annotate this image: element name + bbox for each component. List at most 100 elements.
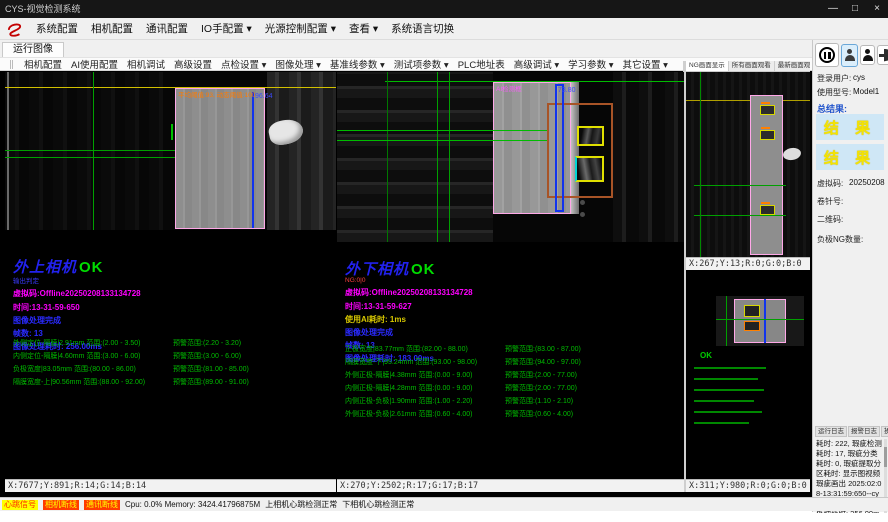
- small-view-top[interactable]: NG画面显示 所有画面观看 最新画面观看 X:267;Y:13;R:0;G:0;…: [686, 61, 810, 270]
- tab-run-log[interactable]: 运行日志: [815, 426, 847, 437]
- toolbar-item-camera-debug[interactable]: 相机调试: [127, 57, 165, 71]
- login-user-label: 登录用户:: [817, 74, 851, 83]
- toolbar-item-learning-params[interactable]: 学习参数 ▾: [568, 57, 613, 71]
- menu-item-comm-config[interactable]: 通讯配置: [146, 21, 188, 36]
- green-hline: [337, 130, 549, 131]
- measurement-row: 内侧定位-隔膜|4.60mm 范围:(3.00 - 6.00) 预警范围:(3.0…: [13, 351, 332, 364]
- tab-latest-frames[interactable]: 最新画面观看: [775, 61, 810, 71]
- menu-item-system-config[interactable]: 系统配置: [36, 21, 78, 36]
- result-box-upper: 结 果: [816, 114, 884, 140]
- exit-button[interactable]: [877, 45, 888, 65]
- toolbar-item-baseline-params[interactable]: 基准线参数 ▾: [330, 57, 385, 71]
- toolbar-item-image-processing[interactable]: 图像处理 ▾: [275, 57, 320, 71]
- virtual-code-label: 虚拟码:: [817, 179, 843, 188]
- tab-ng-display[interactable]: NG画面显示: [686, 61, 729, 71]
- pixel-status-bar-lower: X:270;Y:2502;R:17;G:17;B:17: [337, 479, 684, 492]
- tab-all-frames[interactable]: 所有画面观看: [729, 61, 775, 71]
- pixel-status-bar-upper: X:7677;Y:891;R:14;G:14;B:14: [5, 479, 336, 492]
- tab-run-image[interactable]: 运行图像: [2, 42, 64, 57]
- defect-box-yellow: [760, 130, 775, 140]
- warning-range: 预警范围:(81.00 - 85.00): [173, 364, 249, 374]
- result-text-line: [694, 378, 758, 380]
- log-scrollbar-thumb[interactable]: [884, 447, 887, 467]
- defect-box-yellow: [575, 156, 604, 182]
- toolbar-item-plc-address[interactable]: PLC地址表: [458, 57, 505, 71]
- exit-door-icon: [879, 49, 888, 62]
- toolbar-item-ai-usage-config[interactable]: AI使用配置: [71, 57, 118, 71]
- green-vline: [726, 296, 727, 346]
- toolbar-item-spot-check[interactable]: 点检设置 ▾: [221, 57, 266, 71]
- warning-range: 预警范围:(2.00 - 77.00): [505, 370, 577, 380]
- measurement-row: 隔膜宽度-上|90.56mm 范围:(88.00 - 92.00)预警范围:(8…: [13, 377, 332, 390]
- measurement-value: 内侧定位-隔膜|4.60mm 范围:(3.00 - 6.00): [13, 351, 140, 361]
- app-window: CYS-视觉检测系统 — □ × 系统配置 相机配置 通讯配置 IO手配置 ▾ …: [0, 0, 888, 522]
- tab-operation-log[interactable]: 操作日志: [881, 426, 888, 437]
- toolbar-item-advanced-debug[interactable]: 高级调试 ▾: [514, 57, 559, 71]
- process-done-line: 图像处理完成: [345, 327, 665, 338]
- green-hline: [716, 319, 804, 320]
- comm-status-badge: 通讯断线: [84, 500, 120, 510]
- small-camera-image-top[interactable]: [686, 72, 810, 257]
- person-icon: [863, 49, 873, 61]
- defect-label-mark: [761, 127, 770, 129]
- minimize-button[interactable]: —: [826, 0, 840, 18]
- machine-background: [5, 72, 170, 230]
- toolbar-item-test-params[interactable]: 测试项参数 ▾: [394, 57, 449, 71]
- warning-range: 预警范围:(2.00 - 77.00): [505, 383, 577, 393]
- machine-right-band: [613, 72, 684, 242]
- small-view-bottom[interactable]: OK X:311;Y:980;R:0;G:0;B:0: [686, 271, 810, 492]
- small-camera-image-bottom[interactable]: OK: [686, 271, 810, 479]
- titlebar: CYS-视觉检测系统 — □ ×: [0, 0, 888, 18]
- camera-view-lower-outer[interactable]: AI检测框 73.80 外下相机OK NG:0|0 虚拟码:Offline202…: [337, 72, 684, 492]
- defect-box-yellow: [744, 305, 760, 317]
- login-user-button[interactable]: [841, 44, 858, 67]
- toolbar-item-other-settings[interactable]: 其它设置 ▾: [623, 57, 668, 71]
- qrcode-label: 二维码:: [817, 214, 843, 225]
- operator-button[interactable]: [860, 45, 875, 65]
- green-vline: [437, 72, 438, 242]
- tab-alarm-log[interactable]: 报警日志: [848, 426, 880, 437]
- pause-button[interactable]: [815, 43, 839, 67]
- maximize-button[interactable]: □: [848, 0, 862, 18]
- menu-item-camera-config[interactable]: 相机配置: [91, 21, 133, 36]
- warning-range: 预警范围:(3.00 - 6.00): [173, 351, 241, 361]
- status-bar: 心跳信号 相机断线 通讯断线 Cpu: 0.0% Memory: 3424.41…: [0, 497, 888, 511]
- camera-image-upper[interactable]: 平均阈值:93, 动态阈值:100 96.64: [5, 72, 336, 230]
- tape-blob: [782, 147, 802, 162]
- measure-green-hline: [5, 150, 175, 151]
- measurement-row: 内侧正极-隔膜|4.28mm 范围:(0.00 - 9.00)预警范围:(2.0…: [345, 383, 680, 396]
- camera-status-badge: 相机断线: [43, 500, 79, 510]
- camera-view-upper-outer[interactable]: 平均阈值:93, 动态阈值:100 96.64 外上相机OK 输出判定 虚拟码:…: [5, 72, 336, 492]
- frame-edge-line: [7, 72, 9, 230]
- camera-image-lower[interactable]: AI检测框 73.80: [337, 72, 684, 242]
- menu-item-view[interactable]: 查看 ▾: [349, 21, 378, 36]
- ng-count-label: 负极NG数量:: [817, 234, 863, 245]
- menu-item-language-switch[interactable]: 系统语言切换: [391, 21, 454, 36]
- menu-item-io-config[interactable]: IO手配置 ▾: [201, 21, 252, 36]
- result-status: OK: [79, 259, 104, 276]
- green-hline: [337, 140, 549, 141]
- warning-range: 预警范围:(89.00 - 91.00): [173, 377, 249, 387]
- pixel-status-bar-small-bottom: X:311;Y:980;R:0;G:0;B:0: [686, 479, 810, 492]
- toolbar-item-advanced-settings[interactable]: 高级设置: [174, 57, 212, 71]
- rivet-dot: [580, 200, 585, 205]
- virtual-code-value: 20250208: [849, 178, 885, 187]
- app-logo-icon: [6, 20, 23, 37]
- process-done-line: 图像处理完成: [13, 315, 333, 326]
- green-hline: [694, 215, 786, 216]
- ai-time-line: 使用AI耗时: 1ms: [345, 314, 665, 325]
- measurement-list-upper: 外侧定位-隔膜|2.91mm 范围:(2.00 - 3.50)预警范围:(2.2…: [13, 338, 332, 390]
- toolbar-grip[interactable]: [10, 60, 13, 69]
- close-button[interactable]: ×: [870, 0, 884, 18]
- barcode-line: 虚拟码:Offline20250208133134728: [13, 288, 333, 299]
- menu-item-light-config[interactable]: 光源控制配置 ▾: [265, 21, 336, 36]
- result-status: OK: [411, 261, 436, 278]
- warning-range: 预警范围:(0.60 - 4.00): [505, 409, 573, 419]
- control-buttons: [815, 43, 888, 67]
- green-vline: [449, 72, 450, 242]
- measure-blue-line: [764, 299, 766, 343]
- time-line: 时间:13-31-59-627: [345, 301, 665, 312]
- reel-number-label: 卷针号:: [817, 196, 843, 207]
- small-view-tabs: NG画面显示 所有画面观看 最新画面观看: [686, 61, 810, 72]
- toolbar-item-camera-config[interactable]: 相机配置: [24, 57, 62, 71]
